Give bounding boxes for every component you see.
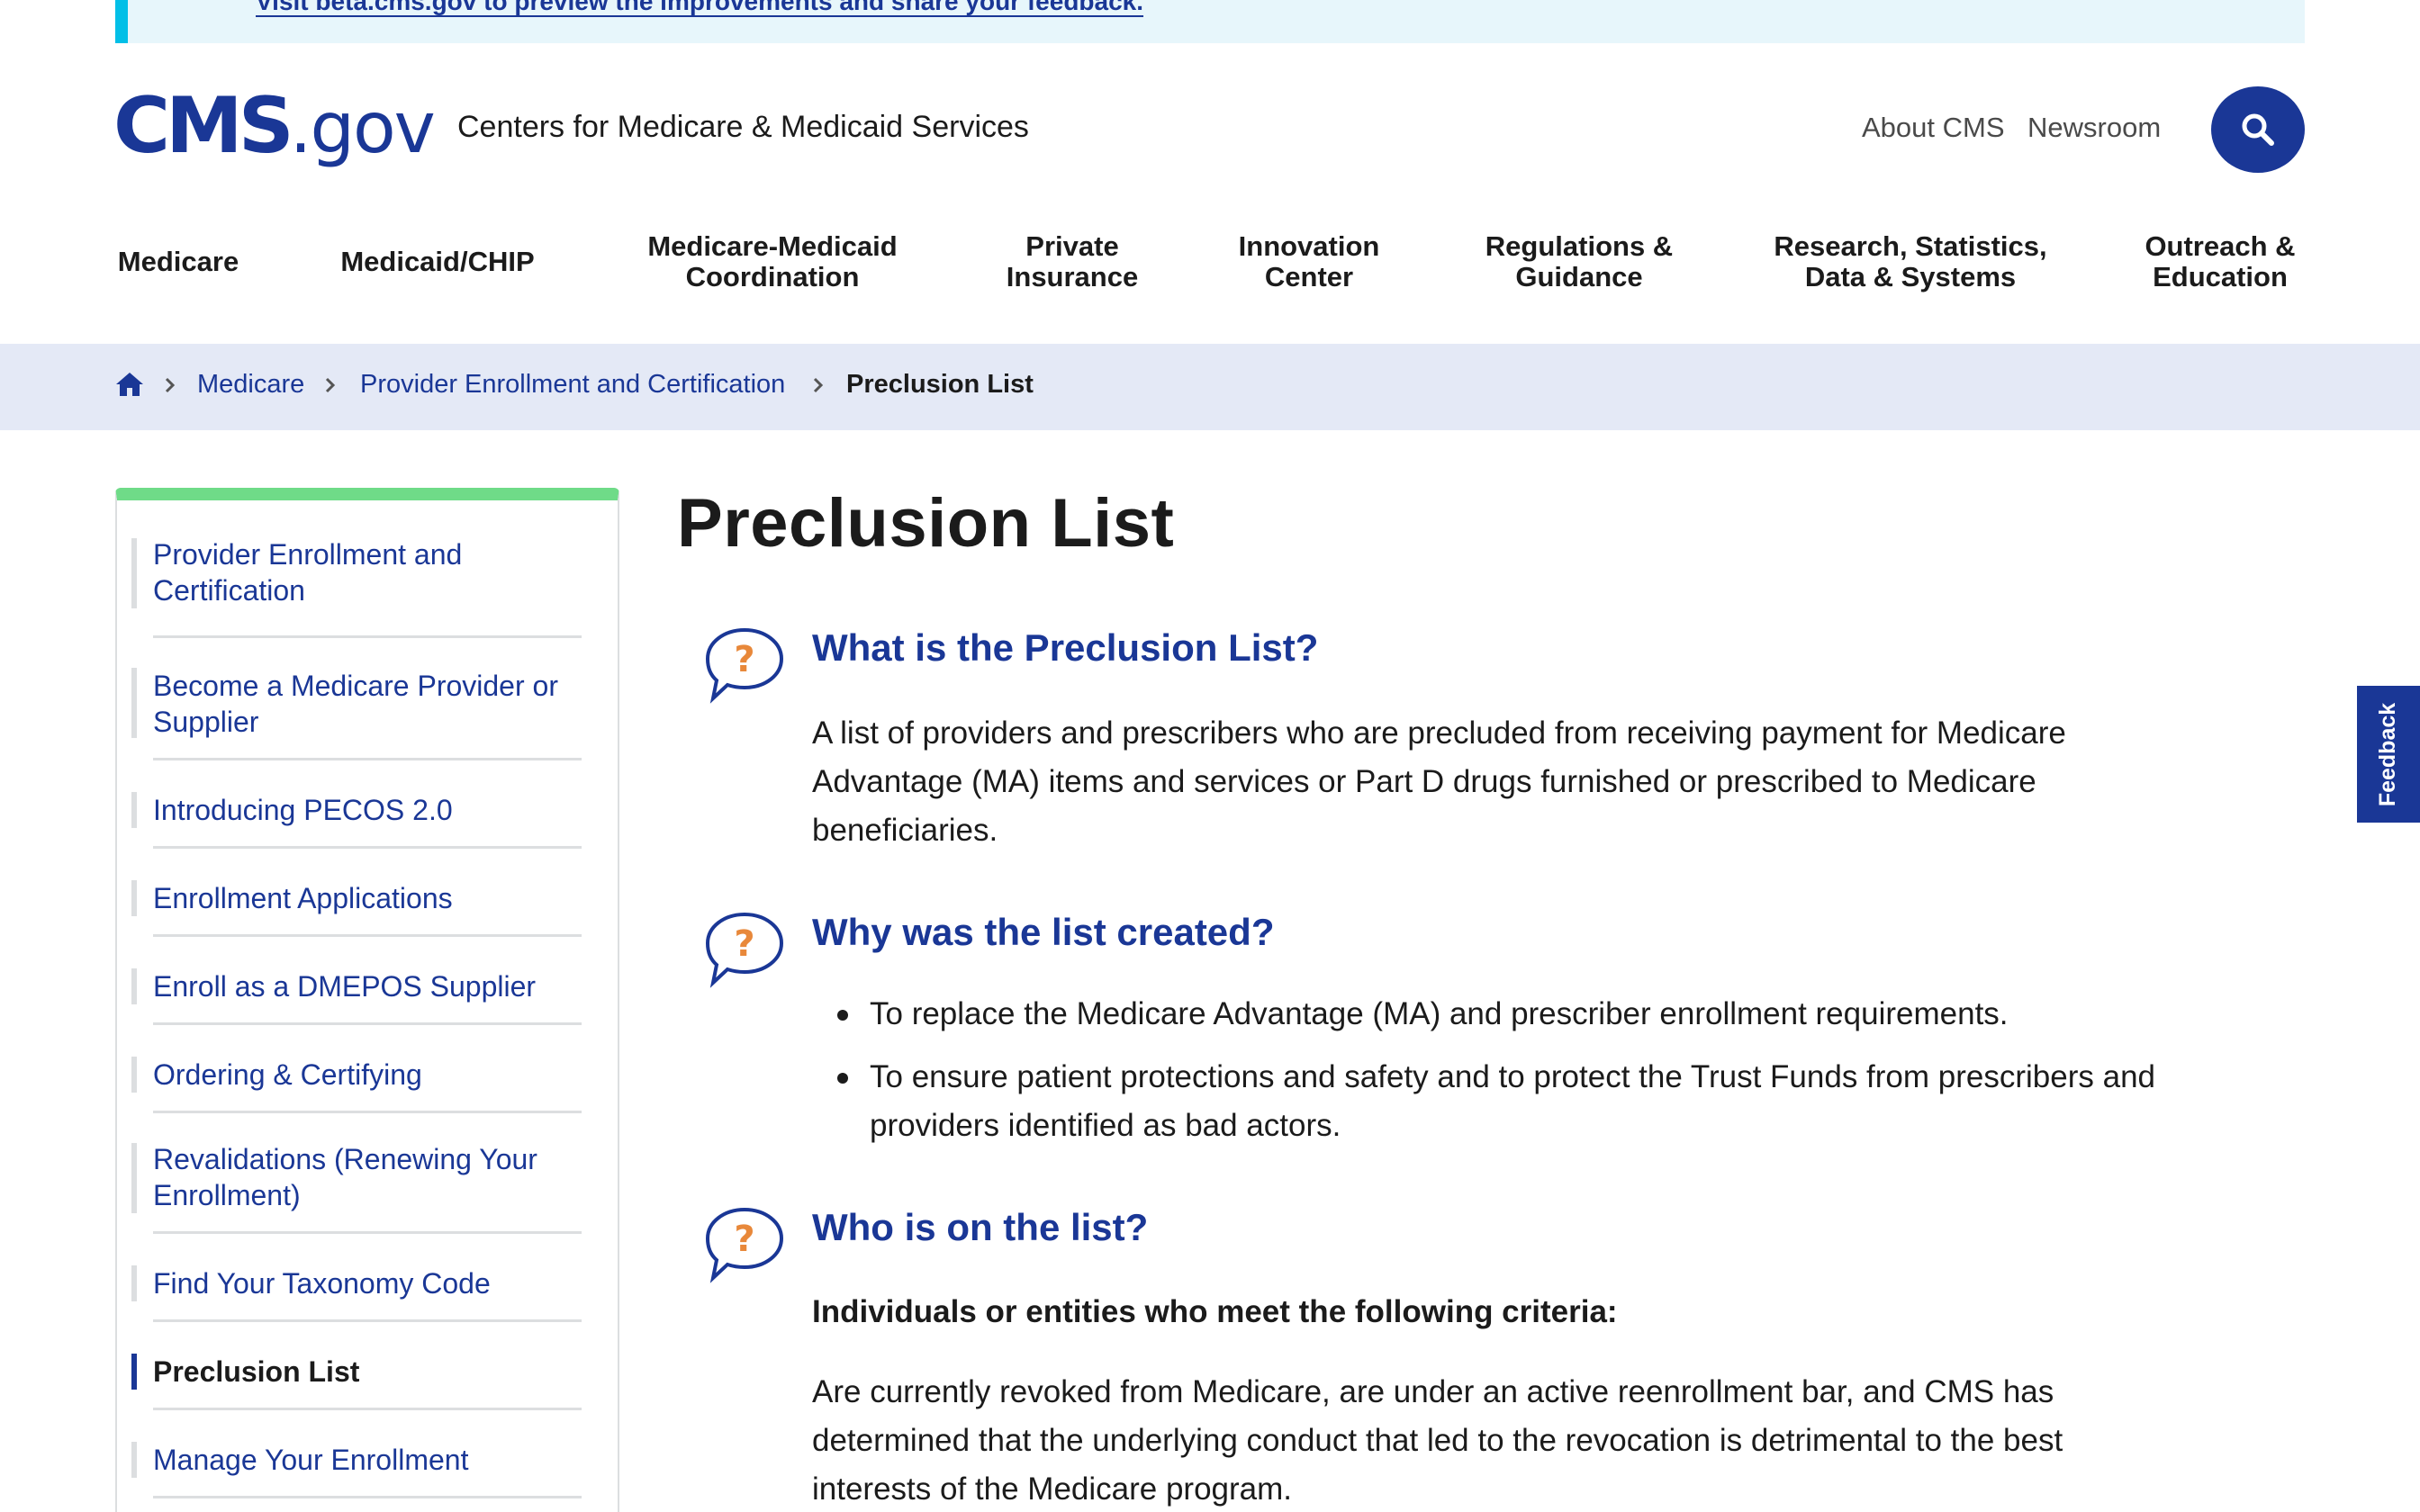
nav-private-insurance[interactable]: Private Insurance: [990, 230, 1154, 293]
search-button[interactable]: [2211, 86, 2305, 173]
section-heading-who: Who is on the list?: [812, 1206, 1149, 1248]
question-bubble-icon: ?: [705, 912, 784, 988]
feedback-label: Feedback: [2375, 702, 2401, 806]
sidebar-divider: [153, 1408, 582, 1410]
bullet-item: To ensure patient protections and safety…: [870, 1059, 2155, 1143]
criteria-heading: Individuals or entities who meet the fol…: [812, 1294, 1618, 1329]
nav-medicare-medicaid-coordination[interactable]: Medicare-Medicaid Coordination: [630, 230, 915, 293]
sidebar-divider: [153, 758, 582, 760]
sidebar-item-manage-enrollment[interactable]: Manage Your Enrollment: [153, 1442, 603, 1478]
sidebar-item-become-provider[interactable]: Become a Medicare Provider or Supplier: [153, 668, 603, 740]
sidebar-divider: [153, 934, 582, 937]
section-heading-what: What is the Preclusion List?: [812, 626, 1319, 669]
nav-innovation-center[interactable]: Innovation Center: [1224, 230, 1394, 293]
nav-research-statistics[interactable]: Research, Statistics, Data & Systems: [1765, 230, 2056, 293]
sidebar-divider: [153, 846, 582, 849]
sidebar-divider: [153, 1231, 582, 1234]
sidebar-item-preclusion-list[interactable]: Preclusion List: [153, 1354, 603, 1390]
section-body-what: A list of providers and prescribers who …: [812, 716, 2066, 848]
chevron-right-icon: [325, 377, 336, 393]
search-icon: [2242, 113, 2274, 146]
newsroom-link[interactable]: Newsroom: [2027, 112, 2161, 144]
nav-regulations-guidance[interactable]: Regulations & Guidance: [1473, 230, 1685, 293]
banner-link[interactable]: Visit beta.cms.gov to preview the improv…: [256, 0, 1143, 16]
sidebar-item-indicator: [131, 1057, 137, 1093]
section-heading-why: Why was the list created?: [812, 911, 1275, 953]
sidebar-item-taxonomy[interactable]: Find Your Taxonomy Code: [153, 1265, 603, 1301]
site-name: Centers for Medicare & Medicaid Services: [457, 110, 1029, 144]
sidebar-item-dmepos[interactable]: Enroll as a DMEPOS Supplier: [153, 968, 603, 1004]
chevron-right-icon: [165, 377, 176, 393]
sidebar-item-indicator: [131, 668, 137, 738]
sidebar-item-enrollment-applications[interactable]: Enrollment Applications: [153, 880, 603, 916]
feedback-tab[interactable]: Feedback: [2357, 686, 2420, 823]
logo-gov-text: .gov: [289, 88, 436, 169]
preview-banner: Visit beta.cms.gov to preview the improv…: [115, 0, 2305, 43]
sidebar-item-indicator: [131, 968, 137, 1004]
bullet-dot: [837, 1073, 848, 1084]
sidebar-divider: [153, 635, 582, 638]
sidebar-divider: [153, 1022, 582, 1025]
sidebar-item-revalidations[interactable]: Revalidations (Renewing Your Enrollment): [153, 1141, 603, 1213]
sidebar-item-indicator: [131, 792, 137, 828]
chevron-right-icon: [813, 377, 824, 393]
logo-cms-text: CMS: [113, 81, 294, 171]
bullet-dot: [837, 1010, 848, 1021]
sidebar-current-indicator: [131, 1354, 137, 1390]
sidebar-item-pecos[interactable]: Introducing PECOS 2.0: [153, 792, 603, 828]
sidebar-divider: [153, 1111, 582, 1113]
breadcrumb-medicare[interactable]: Medicare: [197, 370, 304, 400]
cms-logo[interactable]: CMS .gov: [113, 81, 436, 171]
question-bubble-icon: ?: [705, 627, 784, 704]
svg-text:?: ?: [734, 1219, 754, 1260]
breadcrumb-current: Preclusion List: [846, 370, 1034, 399]
sidebar-item-indicator: [131, 1265, 137, 1301]
home-icon[interactable]: [115, 371, 144, 398]
section-body-who: Are currently revoked from Medicare, are…: [812, 1374, 2063, 1507]
sidebar-divider: [153, 1496, 582, 1498]
sidebar-item-indicator: [131, 880, 137, 916]
svg-text:?: ?: [734, 923, 754, 965]
bullet-item: To replace the Medicare Advantage (MA) a…: [870, 996, 2009, 1031]
question-bubble-icon: ?: [705, 1207, 784, 1283]
nav-medicaid-chip[interactable]: Medicaid/CHIP: [330, 230, 546, 293]
nav-medicare[interactable]: Medicare: [115, 230, 241, 293]
sidebar-item-indicator: [131, 1143, 137, 1213]
page-title: Preclusion List: [677, 485, 1175, 562]
sidebar-item-indicator: [131, 1442, 137, 1478]
sidebar-divider: [153, 1319, 582, 1322]
nav-outreach-education[interactable]: Outreach & Education: [2134, 230, 2307, 293]
sidebar-item-ordering-certifying[interactable]: Ordering & Certifying: [153, 1057, 603, 1093]
breadcrumb-provider-enrollment[interactable]: Provider Enrollment and Certification: [360, 370, 785, 400]
svg-text:?: ?: [734, 639, 754, 680]
sidebar-item-indicator: [131, 538, 137, 608]
about-cms-link[interactable]: About CMS: [1862, 112, 2005, 144]
sidebar-item-provider-enrollment[interactable]: Provider Enrollment and Certification: [153, 536, 603, 608]
